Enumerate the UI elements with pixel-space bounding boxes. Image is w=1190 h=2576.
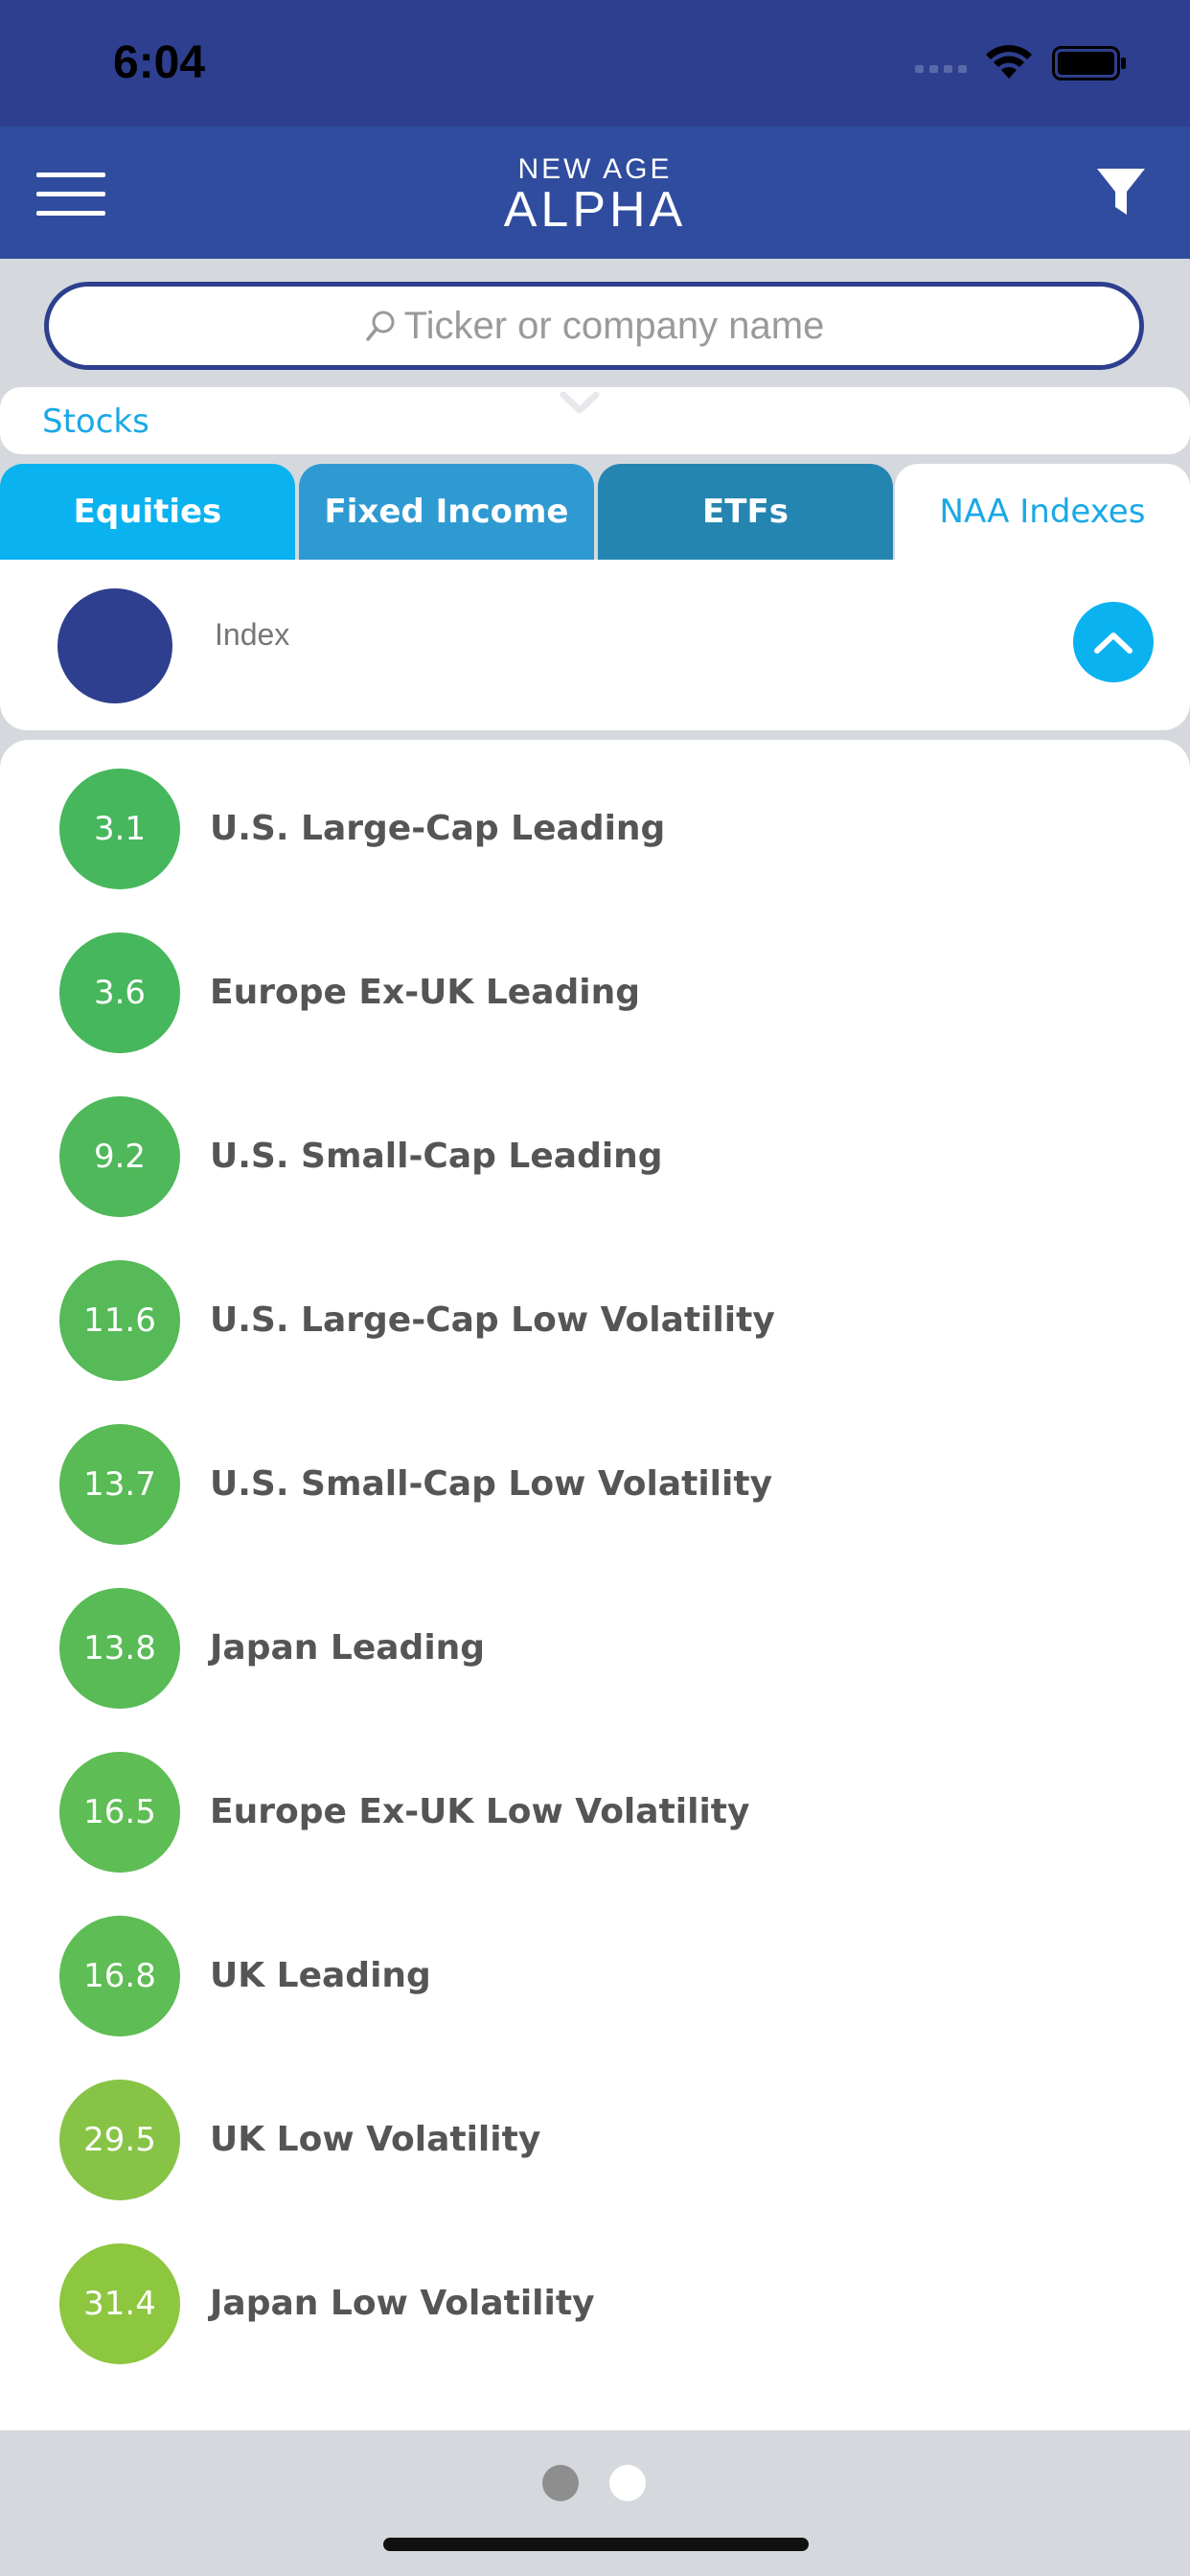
list-item[interactable]: 13.8 Japan Leading	[0, 1559, 1190, 1723]
tab-equities[interactable]: Equities	[0, 464, 295, 560]
list-item[interactable]: 13.7 U.S. Small-Cap Low Volatility	[0, 1395, 1190, 1559]
score-badge: 9.2	[59, 1096, 180, 1217]
score-badge: 3.6	[59, 932, 180, 1053]
index-name: UK Low Volatility	[210, 2120, 541, 2159]
score-badge: 31.4	[59, 2243, 180, 2364]
list-item[interactable]: 16.8 UK Leading	[0, 1887, 1190, 2051]
logo-line-2: ALPHA	[503, 182, 687, 238]
battery-icon	[1052, 46, 1126, 80]
wifi-icon	[986, 45, 1032, 79]
chevron-up-icon	[1094, 632, 1133, 654]
index-name: Japan Low Volatility	[210, 2284, 595, 2323]
index-name: Japan Leading	[210, 1628, 486, 1668]
hamburger-menu-icon[interactable]	[36, 172, 105, 217]
home-indicator[interactable]	[383, 2538, 809, 2551]
collapse-button[interactable]	[1073, 602, 1154, 682]
list-item[interactable]: 16.5 Europe Ex-UK Low Volatility	[0, 1723, 1190, 1887]
list-item[interactable]: 3.1 U.S. Large-Cap Leading	[0, 740, 1190, 904]
tab-fixed-income[interactable]: Fixed Income	[299, 464, 594, 560]
search-input[interactable]: Ticker or company name	[44, 282, 1144, 370]
page-dot-2[interactable]	[609, 2465, 646, 2501]
score-badge: 11.6	[59, 1260, 180, 1381]
list-item[interactable]: 3.6 Europe Ex-UK Leading	[0, 904, 1190, 1068]
index-name: U.S. Small-Cap Leading	[210, 1137, 663, 1176]
page-dot-1[interactable]	[542, 2465, 579, 2501]
score-badge: 16.8	[59, 1916, 180, 2036]
score-badge: 16.5	[59, 1752, 180, 1873]
index-name: U.S. Small-Cap Low Volatility	[210, 1464, 773, 1504]
index-label: Index	[215, 617, 290, 652]
list-item[interactable]: 11.6 U.S. Large-Cap Low Volatility	[0, 1231, 1190, 1395]
list-item[interactable]: 31.4 Japan Low Volatility	[0, 2215, 1190, 2379]
app-header: NEW AGE ALPHA	[0, 126, 1190, 259]
list-item[interactable]: 29.5 UK Low Volatility	[0, 2051, 1190, 2215]
index-list: 3.1 U.S. Large-Cap Leading 3.6 Europe Ex…	[0, 740, 1190, 2430]
index-name: U.S. Large-Cap Low Volatility	[210, 1300, 775, 1340]
score-badge: 29.5	[59, 2080, 180, 2200]
score-badge: 13.8	[59, 1588, 180, 1709]
index-header-card: Index	[0, 560, 1190, 730]
status-time: 6:04	[113, 37, 206, 88]
index-name: U.S. Large-Cap Leading	[210, 809, 666, 848]
score-badge: 3.1	[59, 769, 180, 889]
list-item[interactable]: 9.2 U.S. Small-Cap Leading	[0, 1068, 1190, 1231]
filter-funnel-icon[interactable]	[1095, 167, 1147, 218]
index-name: UK Leading	[210, 1956, 431, 1995]
search-placeholder: Ticker or company name	[403, 304, 825, 347]
score-badge: 13.7	[59, 1424, 180, 1545]
category-selector[interactable]: Stocks	[0, 387, 1190, 454]
chevron-down-icon[interactable]	[558, 389, 602, 418]
category-label: Stocks	[42, 402, 149, 441]
index-avatar	[57, 588, 172, 703]
tab-naa-indexes[interactable]: NAA Indexes	[895, 464, 1190, 560]
app-logo: NEW AGE ALPHA	[467, 153, 723, 238]
page-indicator	[542, 2465, 646, 2503]
tab-etfs[interactable]: ETFs	[598, 464, 893, 560]
logo-line-1: NEW AGE	[517, 153, 673, 185]
index-name: Europe Ex-UK Leading	[210, 973, 640, 1012]
cellular-signal-icon	[915, 65, 967, 73]
status-bar: 6:04	[0, 0, 1190, 126]
index-name: Europe Ex-UK Low Volatility	[210, 1792, 750, 1831]
search-icon	[365, 310, 395, 341]
